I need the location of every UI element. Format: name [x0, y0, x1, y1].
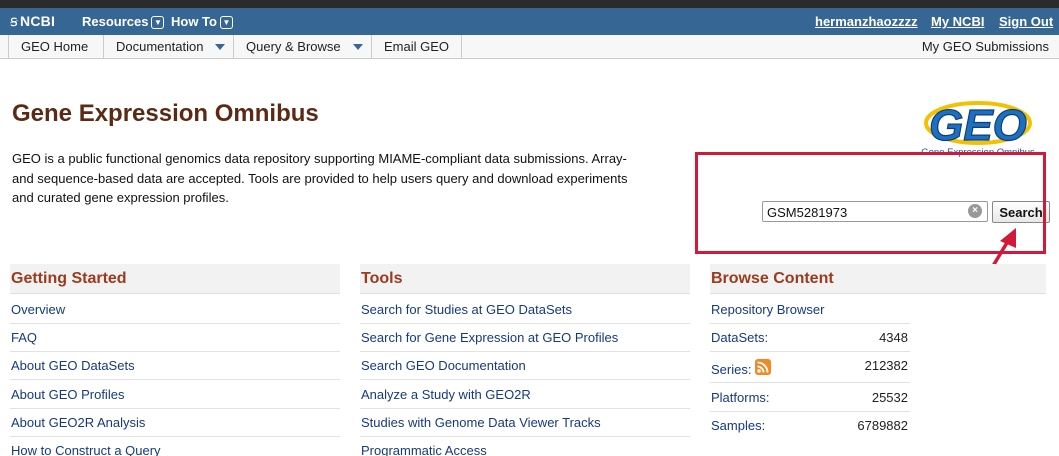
stat-datasets-label[interactable]: DataSets:: [711, 330, 768, 345]
browser-top-strip: [0, 0, 1059, 8]
geo-logo-letters: GEO: [929, 101, 1027, 150]
geo-nav-bar: GEO Home Documentation Query & Browse Em…: [0, 35, 1059, 59]
tools-heading: Tools: [360, 264, 690, 294]
nav-email-geo[interactable]: Email GEO: [371, 35, 463, 59]
list-item[interactable]: Overview: [11, 302, 65, 317]
divider: [10, 351, 340, 352]
stat-samples-label[interactable]: Samples:: [711, 418, 765, 433]
chevron-down-icon: ▼: [219, 16, 233, 29]
ncbi-logo[interactable]: ꞩ NCBI: [10, 12, 55, 30]
divider: [360, 408, 690, 409]
list-item[interactable]: How to Construct a Query: [11, 443, 161, 456]
nav-my-submissions[interactable]: My GEO Submissions: [922, 35, 1049, 58]
divider: [710, 351, 910, 352]
divider: [10, 379, 340, 380]
howto-menu[interactable]: How To ▼: [171, 14, 233, 29]
stat-datasets-value: 4348: [879, 330, 908, 345]
stat-platforms-label[interactable]: Platforms:: [711, 390, 770, 405]
page-title: Gene Expression Omnibus: [12, 100, 319, 127]
stat-platforms-value: 25532: [871, 390, 908, 405]
stat-series-label[interactable]: Series:: [711, 359, 772, 377]
list-item[interactable]: Studies with Genome Data Viewer Tracks: [361, 415, 601, 430]
resources-menu[interactable]: Resources ▼: [82, 14, 165, 29]
list-item[interactable]: About GEO DataSets: [11, 358, 135, 373]
username-link[interactable]: hermanzhaozzzz: [815, 14, 918, 29]
list-item[interactable]: Analyze a Study with GEO2R: [361, 387, 531, 402]
divider: [360, 436, 690, 437]
list-item[interactable]: Search for Gene Expression at GEO Profil…: [361, 330, 618, 345]
stat-series-value: 212382: [864, 358, 908, 373]
geo-logo[interactable]: GEO Gene Expression Omnibus: [912, 95, 1042, 157]
chevron-down-icon: ▼: [151, 16, 165, 29]
ncbi-header-bar: ꞩ NCBI Resources ▼ How To ▼ hermanzhaozzzz …: [0, 8, 1059, 35]
repository-browser-link[interactable]: Repository Browser: [711, 302, 824, 317]
browse-content-heading: Browse Content: [710, 264, 1046, 294]
ncbi-logo-icon: ꞩ: [10, 13, 19, 30]
divider: [10, 436, 340, 437]
nav-documentation[interactable]: Documentation: [103, 35, 237, 59]
nav-geo-home[interactable]: GEO Home: [8, 35, 100, 59]
intro-text: GEO is a public functional genomics data…: [12, 151, 628, 205]
list-item[interactable]: Programmatic Access: [361, 443, 487, 456]
divider: [10, 323, 340, 324]
caret-down-icon: [215, 44, 226, 50]
getting-started-heading: Getting Started: [10, 264, 340, 294]
nav-query-browse[interactable]: Query & Browse: [233, 35, 375, 59]
sign-out-link[interactable]: Sign Out: [999, 14, 1053, 29]
divider: [710, 323, 910, 324]
divider: [360, 323, 690, 324]
divider: [10, 408, 340, 409]
divider: [710, 411, 910, 412]
list-item[interactable]: Search GEO Documentation: [361, 358, 526, 373]
list-item[interactable]: Search for Studies at GEO DataSets: [361, 302, 572, 317]
list-item[interactable]: About GEO2R Analysis: [11, 415, 145, 430]
list-item[interactable]: About GEO Profiles: [11, 387, 124, 402]
rss-icon[interactable]: [755, 359, 772, 375]
caret-down-icon: [352, 44, 363, 50]
divider: [710, 382, 910, 383]
stat-samples-value: 6789882: [857, 418, 908, 433]
my-ncbi-link[interactable]: My NCBI: [931, 14, 984, 29]
divider: [360, 379, 690, 380]
list-item[interactable]: FAQ: [11, 330, 37, 345]
divider: [360, 351, 690, 352]
